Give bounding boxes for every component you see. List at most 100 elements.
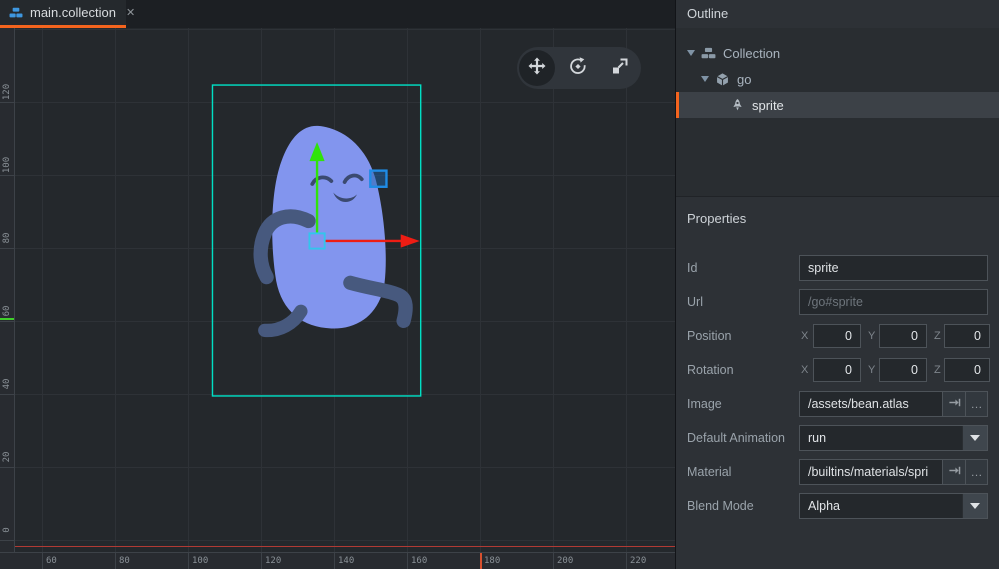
chevron-down-icon[interactable] — [687, 50, 695, 56]
collection-icon — [701, 46, 716, 61]
rotation-label: Rotation — [687, 363, 734, 377]
move-tool-button[interactable] — [519, 50, 555, 86]
ruler-tick — [115, 553, 116, 569]
cursor-x-marker — [480, 553, 482, 569]
ruler-tick — [0, 102, 14, 103]
rotation-x-label: X — [801, 364, 809, 376]
game-object-icon — [715, 72, 730, 87]
rotation-y-field[interactable]: 0 — [879, 358, 927, 382]
image-resource-row: /assets/bean.atlas … — [799, 391, 988, 417]
properties-panel-title: Properties — [687, 211, 747, 226]
world-x-axis-line — [14, 546, 675, 547]
material-resource-row: /builtins/materials/spri … — [799, 459, 988, 485]
ruler-tick — [0, 248, 14, 249]
url-label: Url — [687, 295, 703, 309]
image-label: Image — [687, 397, 722, 411]
tree-item-label: Collection — [723, 45, 781, 61]
ruler-tick — [0, 394, 14, 395]
collection-icon — [9, 6, 23, 20]
goto-arrow-icon — [948, 396, 961, 412]
defold-editor-window: main.collection ✕ 120 100 80 60 40 20 0 … — [0, 0, 999, 569]
chevron-down-icon[interactable] — [701, 76, 709, 82]
material-label: Material — [687, 465, 732, 479]
ruler-left: 120 100 80 60 40 20 0 — [0, 28, 15, 552]
ruler-tick — [0, 467, 14, 468]
browse-resource-button[interactable]: … — [966, 459, 988, 485]
ruler-tick-label: 120 — [265, 556, 282, 566]
move-icon — [527, 56, 547, 81]
ruler-tick — [42, 553, 43, 569]
rotation-z-label: Z — [934, 364, 941, 376]
goto-arrow-icon — [948, 464, 961, 480]
rotation-y-label: Y — [868, 364, 876, 376]
ruler-tick — [553, 553, 554, 569]
tree-item-label: sprite — [752, 97, 784, 113]
ruler-tick-label: 60 — [46, 556, 57, 566]
outline-tree: Collection go sprite — [676, 28, 999, 196]
rotation-x-field[interactable]: 0 — [813, 358, 861, 382]
chevron-down-icon — [970, 435, 980, 441]
ruler-tick-label: 140 — [338, 556, 355, 566]
scene-viewport[interactable]: 120 100 80 60 40 20 0 60 80 100 120 140 160 180 200 22… — [0, 28, 675, 569]
scene-pane: main.collection ✕ 120 100 80 60 40 20 0 … — [0, 0, 675, 569]
ruler-tick-label: 180 — [484, 556, 501, 566]
ruler-tick — [0, 321, 14, 322]
default-animation-value: run — [808, 431, 827, 445]
ruler-tick-label: 120 — [2, 83, 12, 101]
scale-tool-button[interactable] — [601, 49, 639, 87]
editor-tab-bar: main.collection ✕ — [0, 0, 675, 28]
id-label: Id — [687, 261, 698, 275]
ruler-tick — [188, 553, 189, 569]
section-separator — [676, 196, 999, 197]
cursor-y-marker — [0, 318, 14, 320]
bean-left-leg — [258, 304, 308, 338]
position-z-label: Z — [934, 330, 941, 342]
image-field[interactable]: /assets/bean.atlas — [799, 391, 943, 417]
ruler-tick — [0, 175, 14, 176]
tab-title: main.collection — [30, 5, 116, 20]
sprite-icon — [730, 98, 745, 113]
tab-main-collection[interactable]: main.collection ✕ — [0, 0, 135, 28]
ruler-tick — [0, 540, 14, 541]
right-panel: Outline Collection go sprite Properties … — [676, 0, 999, 569]
default-animation-label: Default Animation — [687, 431, 785, 445]
position-y-label: Y — [868, 330, 876, 342]
position-y-field[interactable]: 0 — [879, 324, 927, 348]
position-x-field[interactable]: 0 — [813, 324, 861, 348]
dropdown-button[interactable] — [962, 494, 987, 518]
tab-close-icon[interactable]: ✕ — [126, 6, 135, 19]
tree-row-go[interactable]: go — [676, 66, 999, 92]
ruler-tick-label: 160 — [411, 556, 428, 566]
tree-item-label: go — [737, 71, 752, 87]
open-resource-button[interactable] — [943, 459, 966, 485]
url-field: /go#sprite — [799, 289, 988, 315]
scale-icon — [610, 56, 630, 81]
position-z-field[interactable]: 0 — [944, 324, 990, 348]
gizmo-x-arrowhead[interactable] — [400, 234, 420, 248]
ruler-tick-label: 60 — [2, 305, 12, 317]
rotate-icon — [568, 56, 588, 81]
ruler-bottom: 60 80 100 120 140 160 180 200 220 — [0, 552, 675, 569]
gizmo-plane-handle[interactable] — [369, 169, 388, 188]
open-resource-button[interactable] — [943, 391, 966, 417]
rotation-z-field[interactable]: 0 — [944, 358, 990, 382]
tree-row-sprite[interactable]: sprite — [676, 92, 999, 118]
outline-panel-title: Outline — [687, 6, 729, 21]
id-field[interactable]: sprite — [799, 255, 988, 281]
rotate-tool-button[interactable] — [559, 49, 597, 87]
scene-toolbar — [517, 47, 641, 89]
position-label: Position — [687, 329, 732, 343]
dropdown-button[interactable] — [962, 426, 987, 450]
material-field[interactable]: /builtins/materials/spri — [799, 459, 943, 485]
chevron-down-icon — [970, 503, 980, 509]
ruler-tick-label: 40 — [2, 378, 12, 390]
position-x-label: X — [801, 330, 809, 342]
ruler-tick — [334, 553, 335, 569]
ruler-tick-label: 100 — [192, 556, 209, 566]
sprite-character[interactable] — [253, 125, 413, 338]
tree-row-collection[interactable]: Collection — [676, 40, 999, 66]
default-animation-dropdown[interactable]: run — [799, 425, 988, 451]
blend-mode-dropdown[interactable]: Alpha — [799, 493, 988, 519]
browse-resource-button[interactable]: … — [966, 391, 988, 417]
ruler-tick — [261, 553, 262, 569]
